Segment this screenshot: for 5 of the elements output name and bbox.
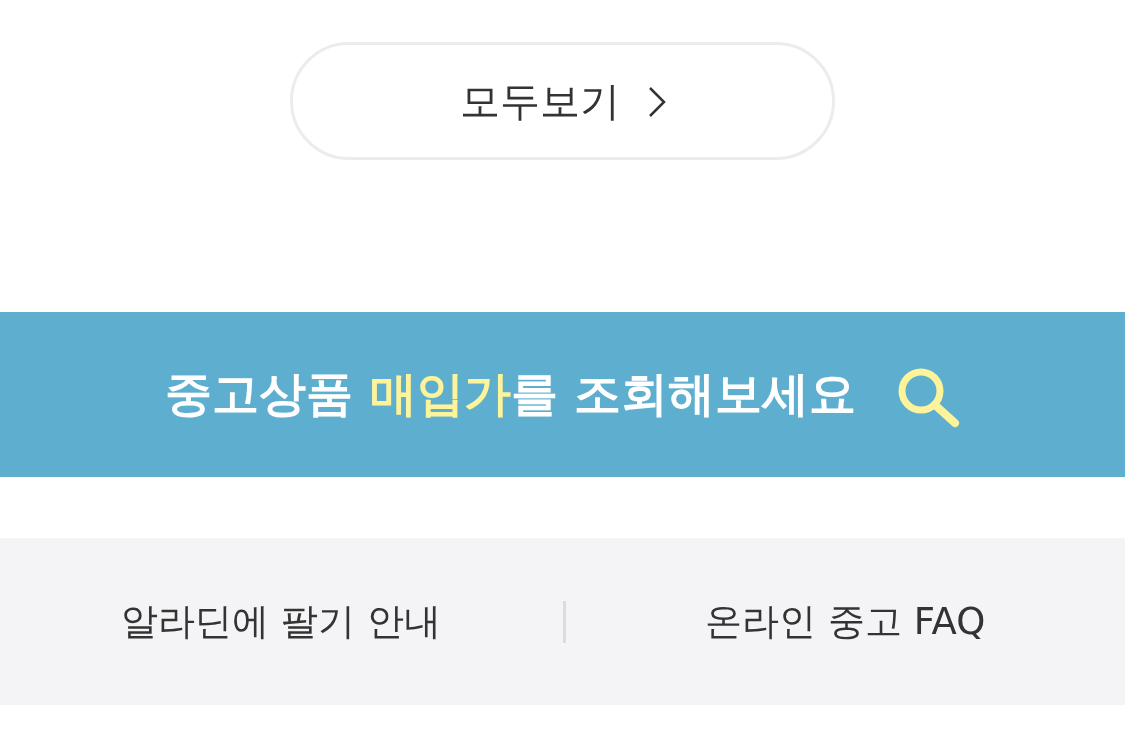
banner-text: 중고상품 매입가를 조회해보세요	[165, 365, 856, 424]
footer-link[interactable]: 온라인 중고 FAQ	[705, 593, 986, 650]
chevron-right-icon	[647, 86, 666, 118]
view-all-button[interactable]: 모두보기	[290, 42, 835, 160]
footer-link[interactable]: 알라딘에 팔기 안내	[121, 593, 441, 650]
